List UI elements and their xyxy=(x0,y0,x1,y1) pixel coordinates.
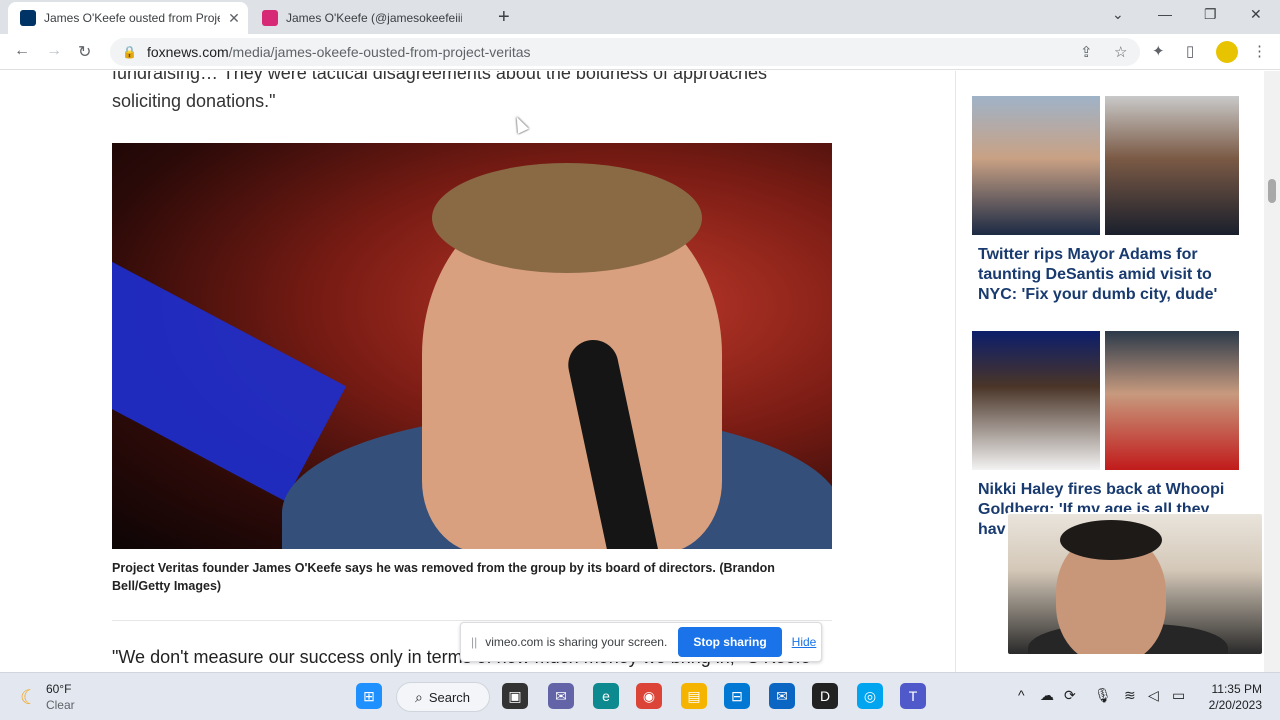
stop-sharing-button[interactable]: Stop sharing xyxy=(678,627,782,657)
card-thumbnail[interactable] xyxy=(972,96,1239,235)
article-text-top: fundraising… They were tactical disagree… xyxy=(112,71,768,111)
tab-search-dropdown-icon[interactable]: ⌄ xyxy=(1112,6,1124,23)
battery-icon[interactable]: ▭ xyxy=(1172,687,1185,704)
extensions-puzzle-icon[interactable]: ✦ xyxy=(1152,42,1165,60)
app-icon[interactable]: ◎ xyxy=(857,683,883,709)
screen-share-bar: || vimeo.com is sharing your screen. Sto… xyxy=(460,622,822,662)
sidebar-divider xyxy=(955,71,956,672)
microphone-tray-icon[interactable]: 🎙 xyxy=(1094,687,1112,704)
tab-title: James O'Keefe (@jamesokeefeiii) xyxy=(286,11,462,25)
divider xyxy=(112,620,832,621)
lock-icon: 🔒 xyxy=(122,45,137,59)
edge-icon[interactable]: e xyxy=(593,683,619,709)
webcam-overlay xyxy=(1006,512,1264,656)
page-scrollbar[interactable] xyxy=(1264,71,1280,672)
task-view-icon[interactable]: ▣ xyxy=(502,683,528,709)
tab-instagram[interactable]: James O'Keefe (@jamesokeefeiii) xyxy=(250,2,488,34)
chevron-up-icon[interactable]: ^ xyxy=(1018,687,1025,703)
close-window-button[interactable]: ✕ xyxy=(1250,6,1262,23)
restore-button[interactable]: ❐ xyxy=(1204,6,1217,23)
search-icon: ⌕ xyxy=(415,688,423,705)
mail-icon[interactable]: ✉ xyxy=(769,683,795,709)
forward-arrow-icon[interactable]: → xyxy=(46,42,62,60)
minimize-button[interactable]: — xyxy=(1158,6,1172,22)
cloud-icon[interactable]: ☁ xyxy=(1040,687,1054,704)
drag-handle-icon[interactable]: || xyxy=(471,635,477,649)
menu-kebab-icon[interactable]: ⋮ xyxy=(1252,42,1267,60)
sidebar-card[interactable]: Nikki Haley fires back at Whoopi Goldber… xyxy=(972,331,1240,540)
browser-toolbar: ← → ↻ 🔒 foxnews.com/media/james-okeefe-o… xyxy=(0,34,1280,70)
article-hero-image xyxy=(112,143,832,549)
address-bar[interactable]: 🔒 foxnews.com/media/james-okeefe-ousted-… xyxy=(110,38,1140,66)
back-arrow-icon[interactable]: ← xyxy=(14,42,30,60)
share-icon[interactable]: ⇪ xyxy=(1080,43,1093,61)
url-text: foxnews.com/media/james-okeefe-ousted-fr… xyxy=(146,44,531,60)
file-explorer-icon[interactable]: ▤ xyxy=(681,683,707,709)
instagram-favicon-icon xyxy=(262,10,278,26)
reload-icon[interactable]: ↻ xyxy=(78,42,91,62)
card-thumbnail[interactable] xyxy=(972,331,1239,470)
new-tab-button[interactable]: + xyxy=(498,6,510,29)
browser-tab-strip: James O'Keefe ousted from Proje ✕ James … xyxy=(0,0,1280,34)
teams-icon[interactable]: T xyxy=(900,683,926,709)
volume-icon[interactable]: ◁ xyxy=(1148,687,1159,704)
sync-icon[interactable]: ⟳ xyxy=(1064,687,1076,704)
side-panel-icon[interactable]: ▯ xyxy=(1186,42,1194,60)
scrollbar-thumb[interactable] xyxy=(1268,179,1276,203)
tab-article[interactable]: James O'Keefe ousted from Proje ✕ xyxy=(8,2,248,34)
wifi-icon[interactable]: ≋ xyxy=(1124,687,1136,704)
share-message: vimeo.com is sharing your screen. xyxy=(485,635,668,649)
profile-avatar[interactable] xyxy=(1216,41,1238,63)
system-clock[interactable]: 11:35 PM 2/20/2023 xyxy=(1198,681,1262,713)
foxnews-favicon-icon xyxy=(20,10,36,26)
bookmark-star-icon[interactable]: ☆ xyxy=(1114,43,1127,61)
store-icon[interactable]: ⊟ xyxy=(724,683,750,709)
moon-icon: ☾ xyxy=(20,686,38,709)
close-tab-icon[interactable]: ✕ xyxy=(226,10,242,27)
windows-taskbar: ☾ 60°F Clear ⊞ ⌕ Search ▣ ✉ e ◉ ▤ ⊟ ✉ D … xyxy=(0,672,1280,720)
image-caption: Project Veritas founder James O'Keefe sa… xyxy=(112,561,775,593)
hide-link[interactable]: Hide xyxy=(792,635,817,649)
taskbar-search[interactable]: ⌕ Search xyxy=(396,682,490,712)
tab-title: James O'Keefe ousted from Proje xyxy=(44,11,220,25)
chrome-icon[interactable]: ◉ xyxy=(636,683,662,709)
card-headline[interactable]: Twitter rips Mayor Adams for taunting De… xyxy=(972,235,1240,305)
chat-icon[interactable]: ✉ xyxy=(548,683,574,709)
weather-widget[interactable]: ☾ 60°F Clear xyxy=(20,681,75,713)
sidebar-card[interactable]: Twitter rips Mayor Adams for taunting De… xyxy=(972,96,1240,305)
dell-icon[interactable]: D xyxy=(812,683,838,709)
windows-start-icon[interactable]: ⊞ xyxy=(356,683,382,709)
